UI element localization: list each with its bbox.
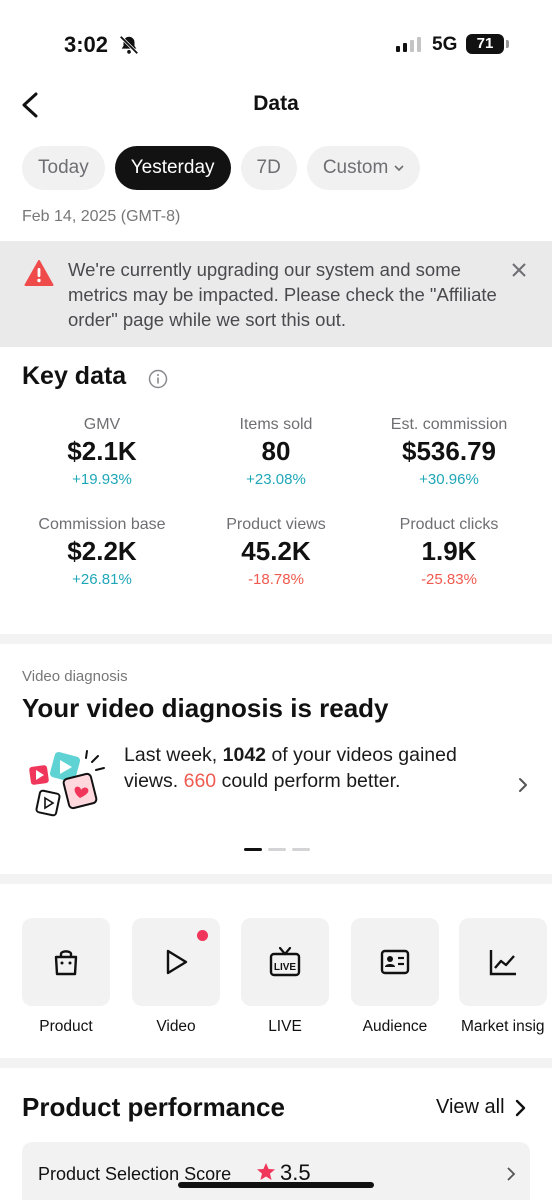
- tab-label: 7D: [256, 157, 281, 178]
- live-tv-icon: LIVE: [269, 946, 301, 977]
- bell-muted-icon: [119, 35, 139, 55]
- tab-custom[interactable]: Custom: [306, 146, 421, 190]
- signal-icon: [396, 36, 421, 52]
- view-all-label: View all: [436, 1096, 505, 1118]
- videos-gained-count: 1042: [222, 744, 267, 766]
- product-performance-title: Product performance: [22, 1092, 285, 1122]
- metric-items-sold[interactable]: Items sold 80 +23.08%: [184, 416, 368, 488]
- carousel-dot: [292, 848, 310, 851]
- video-diagnosis-illustration-icon: [29, 750, 105, 817]
- metric-value: $536.79: [402, 436, 496, 466]
- tab-today[interactable]: Today: [22, 146, 105, 190]
- metric-delta: +26.81%: [72, 571, 132, 588]
- tool-live[interactable]: LIVE LIVE: [230, 918, 340, 1036]
- tool-video[interactable]: Video: [121, 918, 231, 1036]
- chevron-right-icon: [507, 1167, 516, 1181]
- tab-yesterday[interactable]: Yesterday: [114, 146, 231, 190]
- tool-tile[interactable]: [132, 918, 220, 1006]
- metric-label: Est. commission: [390, 416, 508, 433]
- trend-chart-icon: [489, 950, 516, 976]
- carousel-indicator: [244, 848, 310, 851]
- section-divider: [0, 634, 552, 644]
- tool-tile[interactable]: [459, 918, 547, 1006]
- battery-icon: 71: [466, 34, 509, 54]
- product-selection-score-card[interactable]: Product Selection Score 3.5: [22, 1142, 530, 1200]
- video-diagnosis-message[interactable]: Last week, 1042 of your videos gained vi…: [124, 742, 500, 794]
- videos-improve-count: 660: [183, 770, 217, 792]
- metric-value: 80: [261, 436, 291, 466]
- chevron-down-icon: [394, 165, 404, 172]
- svg-text:LIVE: LIVE: [274, 962, 297, 973]
- carousel-dot: [268, 848, 286, 851]
- date-range-tabs: Today Yesterday 7D Custom: [22, 146, 421, 190]
- tool-tile[interactable]: LIVE: [241, 918, 329, 1006]
- metric-value: 45.2K: [241, 536, 311, 566]
- key-data-title: Key data: [22, 362, 127, 390]
- tool-label: Market insig: [461, 1018, 545, 1035]
- metric-label: Product views: [226, 516, 326, 533]
- tool-label: Audience: [362, 1018, 428, 1035]
- status-time: 3:02: [64, 32, 109, 57]
- metric-delta: +23.08%: [246, 471, 306, 488]
- message-text: Last week,: [124, 744, 223, 766]
- star-icon: [257, 1163, 275, 1180]
- metric-value: 1.9K: [421, 536, 477, 566]
- view-all-link[interactable]: View all: [436, 1096, 527, 1119]
- tab-7d[interactable]: 7D: [240, 146, 297, 190]
- tool-label: LIVE: [268, 1018, 302, 1035]
- video-diagnosis-title: Your video diagnosis is ready: [22, 693, 389, 723]
- metric-commission-base[interactable]: Commission base $2.2K +26.81%: [10, 516, 194, 588]
- page-title: Data: [253, 92, 299, 115]
- metric-delta: +19.93%: [72, 471, 132, 488]
- metric-product-views[interactable]: Product views 45.2K -18.78%: [184, 516, 368, 588]
- close-icon[interactable]: [510, 261, 528, 279]
- metric-label: Commission base: [38, 516, 166, 533]
- message-text: could perform better.: [216, 770, 401, 792]
- tool-market-insights[interactable]: Market insig: [459, 918, 552, 1036]
- metric-value: $2.1K: [67, 436, 137, 466]
- metric-label: Items sold: [239, 416, 313, 433]
- metric-delta: -25.83%: [421, 571, 477, 588]
- metric-product-clicks[interactable]: Product clicks 1.9K -25.83%: [357, 516, 541, 588]
- tool-audience[interactable]: Audience: [340, 918, 450, 1036]
- info-icon[interactable]: [148, 369, 168, 389]
- network-type: 5G: [432, 34, 458, 55]
- date-label: Feb 14, 2025 (GMT-8): [22, 208, 181, 225]
- home-indicator[interactable]: [178, 1182, 374, 1188]
- tool-label: Product: [39, 1018, 93, 1035]
- tab-label: Custom: [322, 157, 389, 178]
- metric-est-commission[interactable]: Est. commission $536.79 +30.96%: [357, 416, 541, 488]
- system-notice-banner: We're currently upgrading our system and…: [0, 241, 552, 347]
- metric-label: GMV: [83, 416, 121, 433]
- tool-product[interactable]: Product: [11, 918, 121, 1036]
- section-divider: [0, 874, 552, 884]
- video-diagnosis-label: Video diagnosis: [22, 668, 128, 685]
- tab-label: Today: [38, 157, 89, 178]
- id-card-icon: [380, 949, 410, 975]
- shopping-bag-icon: [54, 950, 78, 976]
- metric-label: Product clicks: [399, 516, 499, 533]
- section-divider: [0, 1058, 552, 1068]
- banner-message: We're currently upgrading our system and…: [68, 259, 497, 330]
- tool-tile[interactable]: [351, 918, 439, 1006]
- metric-value: $2.2K: [67, 536, 137, 566]
- metric-gmv[interactable]: GMV $2.1K +19.93%: [10, 416, 194, 488]
- status-bar: 3:02 5G 71: [0, 0, 552, 90]
- header: Data: [0, 82, 552, 128]
- tool-tile[interactable]: [22, 918, 110, 1006]
- chevron-right-icon[interactable]: [516, 776, 530, 794]
- notification-dot: [197, 930, 208, 941]
- metric-delta: -18.78%: [248, 571, 304, 588]
- carousel-dot: [244, 848, 262, 851]
- tool-label: Video: [156, 1018, 196, 1035]
- warning-icon: [24, 260, 54, 286]
- chevron-right-icon: [515, 1099, 525, 1116]
- tab-label: Yesterday: [130, 157, 215, 178]
- play-icon: [166, 949, 188, 975]
- metric-delta: +30.96%: [419, 471, 479, 488]
